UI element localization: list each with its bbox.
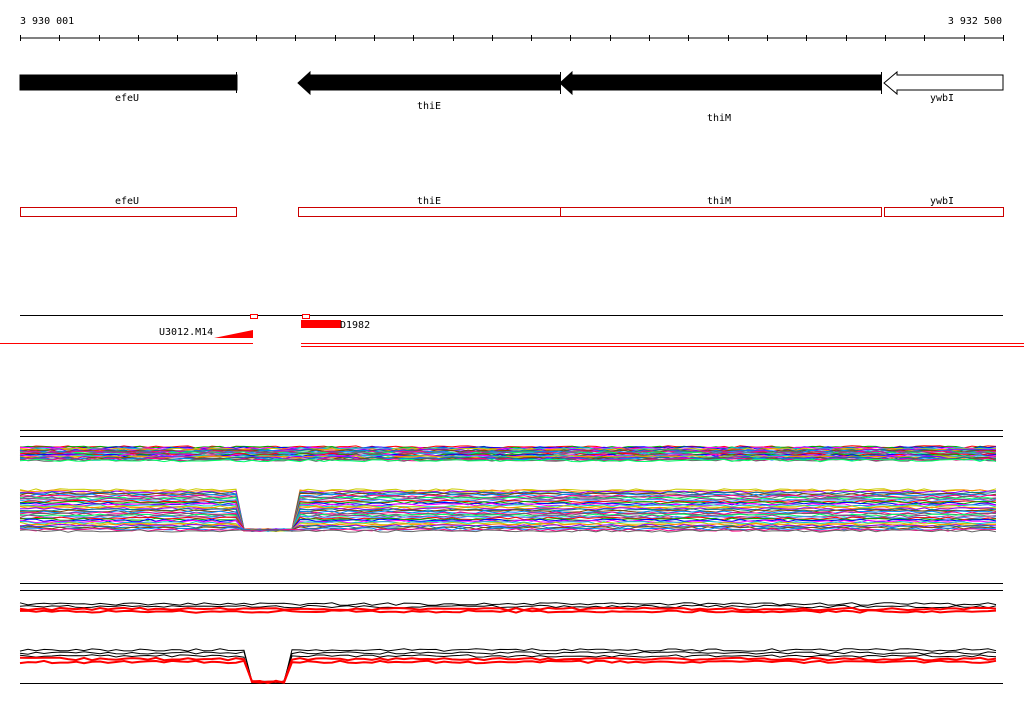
expression-track-summary <box>19 583 1003 685</box>
cds-label-ywbI: ywbI <box>930 196 954 207</box>
gene-arrow-track: efeU thiE thiM ywbI <box>19 70 1004 124</box>
feature-label-D1982: D1982 <box>340 320 370 331</box>
gene-label-thiE: thiE <box>417 101 441 112</box>
cds-label-efeU: efeU <box>115 196 139 207</box>
cds-box-thiM[interactable] <box>560 207 882 217</box>
gene-label-efeU: efeU <box>115 93 139 104</box>
coordinate-ruler: 3 930 001 3 932 500 <box>20 16 1004 41</box>
gene-label-thiM: thiM <box>707 113 731 124</box>
profile-lines-upper <box>19 445 997 463</box>
feature-track: U3012.M14 D1982 <box>0 314 1024 347</box>
feature-D1982-bar[interactable] <box>301 320 341 328</box>
summary-line <box>19 609 997 614</box>
feature-U3012-M14-triangle[interactable] <box>214 330 253 338</box>
gene-arrow-ywbI[interactable] <box>883 70 1004 96</box>
cds-box-thiE[interactable] <box>298 207 561 217</box>
summary-line <box>19 659 997 685</box>
cds-box-efeU[interactable] <box>20 207 237 217</box>
cds-box-ywbI[interactable] <box>884 207 1004 217</box>
ruler-start-label: 3 930 001 <box>20 16 74 27</box>
summary-line <box>19 602 997 606</box>
feature-marker <box>302 314 310 319</box>
ruler-end-label: 3 932 500 <box>948 16 1002 27</box>
cds-box-track: efeU thiE thiM ywbI <box>20 196 1004 217</box>
gene-arrow-efeU[interactable] <box>19 74 238 91</box>
gene-arrow-thiE[interactable] <box>297 70 561 96</box>
genome-browser-view: 3 930 001 3 932 500 efeU thiE thiM ywbI … <box>0 16 1024 685</box>
feature-label-U3012-M14: U3012.M14 <box>159 327 213 338</box>
summary-line <box>19 651 997 684</box>
gene-label-ywbI: ywbI <box>930 93 954 104</box>
feature-marker <box>250 314 258 319</box>
summary-lines-lower <box>19 648 997 685</box>
cds-label-thiM: thiM <box>707 196 731 207</box>
summary-lines-upper <box>19 602 997 614</box>
summary-line <box>19 648 997 684</box>
expression-track-multicolor <box>19 430 1003 533</box>
gene-arrow-thiM[interactable] <box>559 70 882 96</box>
cds-label-thiE: thiE <box>417 196 441 207</box>
profile-lines-lower <box>19 488 997 533</box>
